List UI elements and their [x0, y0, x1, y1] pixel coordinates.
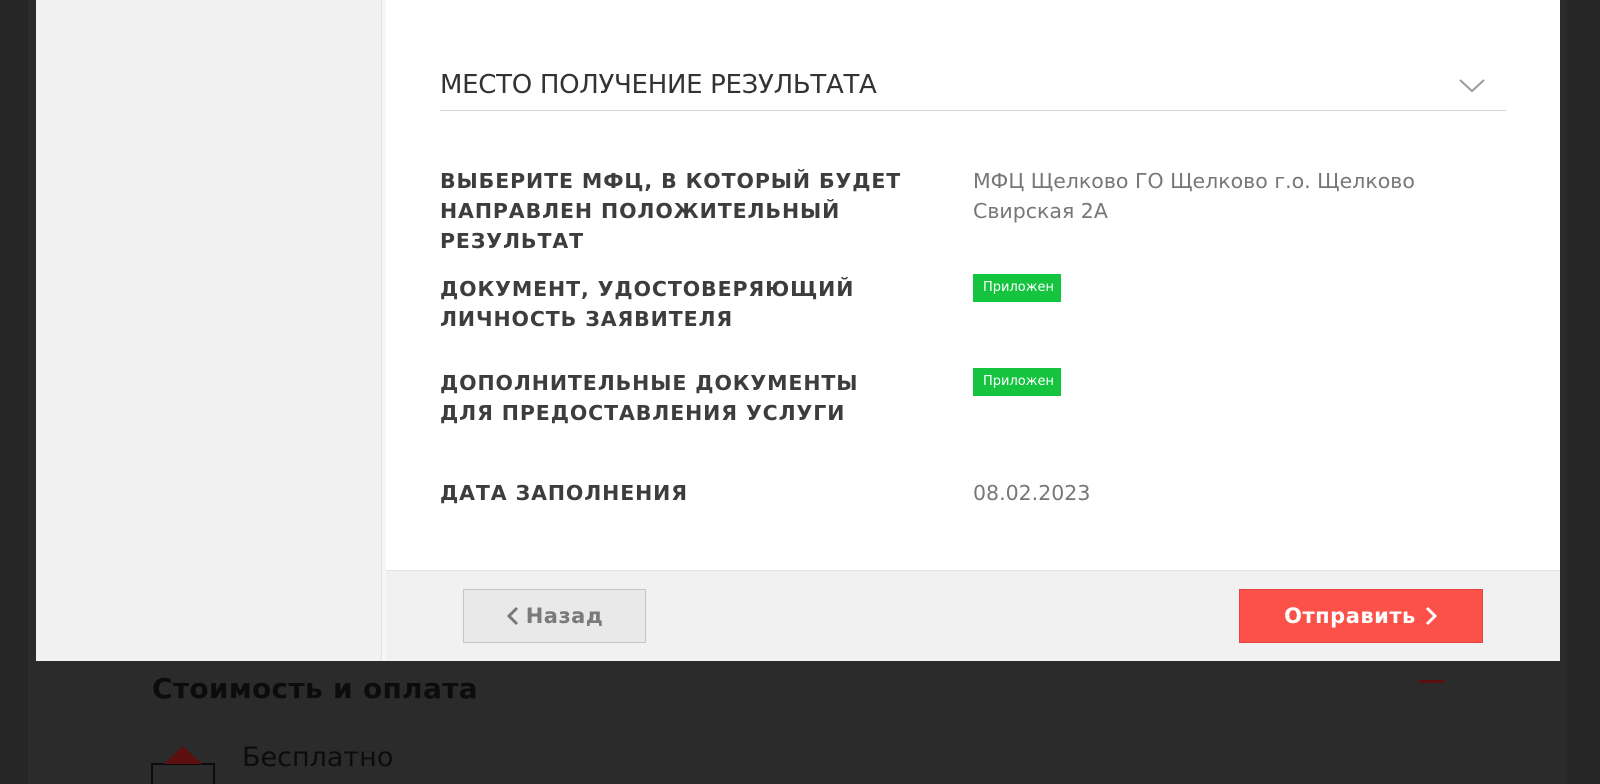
- mfc-field-value: МФЦ Щелково ГО Щелково г.о. Щелково Свир…: [973, 169, 1415, 223]
- section-title: МЕСТО ПОЛУЧЕНИЕ РЕЗУЛЬТАТА: [440, 70, 877, 100]
- cost-section-title: Стоимость и оплата: [152, 672, 478, 705]
- identity-document-status-badge: Приложен: [973, 274, 1061, 302]
- wallet-icon: [150, 744, 216, 784]
- mfc-field-label: ВЫБЕРИТЕ МФЦ, В КОТОРЫЙ БУДЕТ НАПРАВЛЕН …: [440, 169, 902, 253]
- fill-date-label: ДАТА ЗАПОЛНЕНИЯ: [440, 481, 688, 505]
- chevron-down-icon[interactable]: [1458, 78, 1486, 94]
- submit-button[interactable]: Отправить: [1239, 589, 1483, 643]
- modal-sidebar: [36, 0, 386, 661]
- chevron-right-icon: [1424, 606, 1438, 626]
- additional-documents-label: ДОПОЛНИТЕЛЬНЫЕ ДОКУМЕНТЫ ДЛЯ ПРЕДОСТАВЛЕ…: [440, 371, 859, 425]
- section-divider: [440, 110, 1506, 111]
- back-button[interactable]: Назад: [463, 589, 646, 643]
- fill-date-value: 08.02.2023: [973, 481, 1091, 505]
- submit-button-label: Отправить: [1284, 604, 1416, 628]
- price-label: Бесплатно: [242, 742, 394, 773]
- chevron-left-icon: [506, 606, 520, 626]
- back-button-label: Назад: [525, 604, 604, 628]
- additional-documents-status-badge: Приложен: [973, 368, 1061, 396]
- identity-document-label: ДОКУМЕНТ, УДОСТОВЕРЯЮЩИЙ ЛИЧНОСТЬ ЗАЯВИТ…: [440, 277, 855, 331]
- collapse-icon: [1418, 680, 1444, 683]
